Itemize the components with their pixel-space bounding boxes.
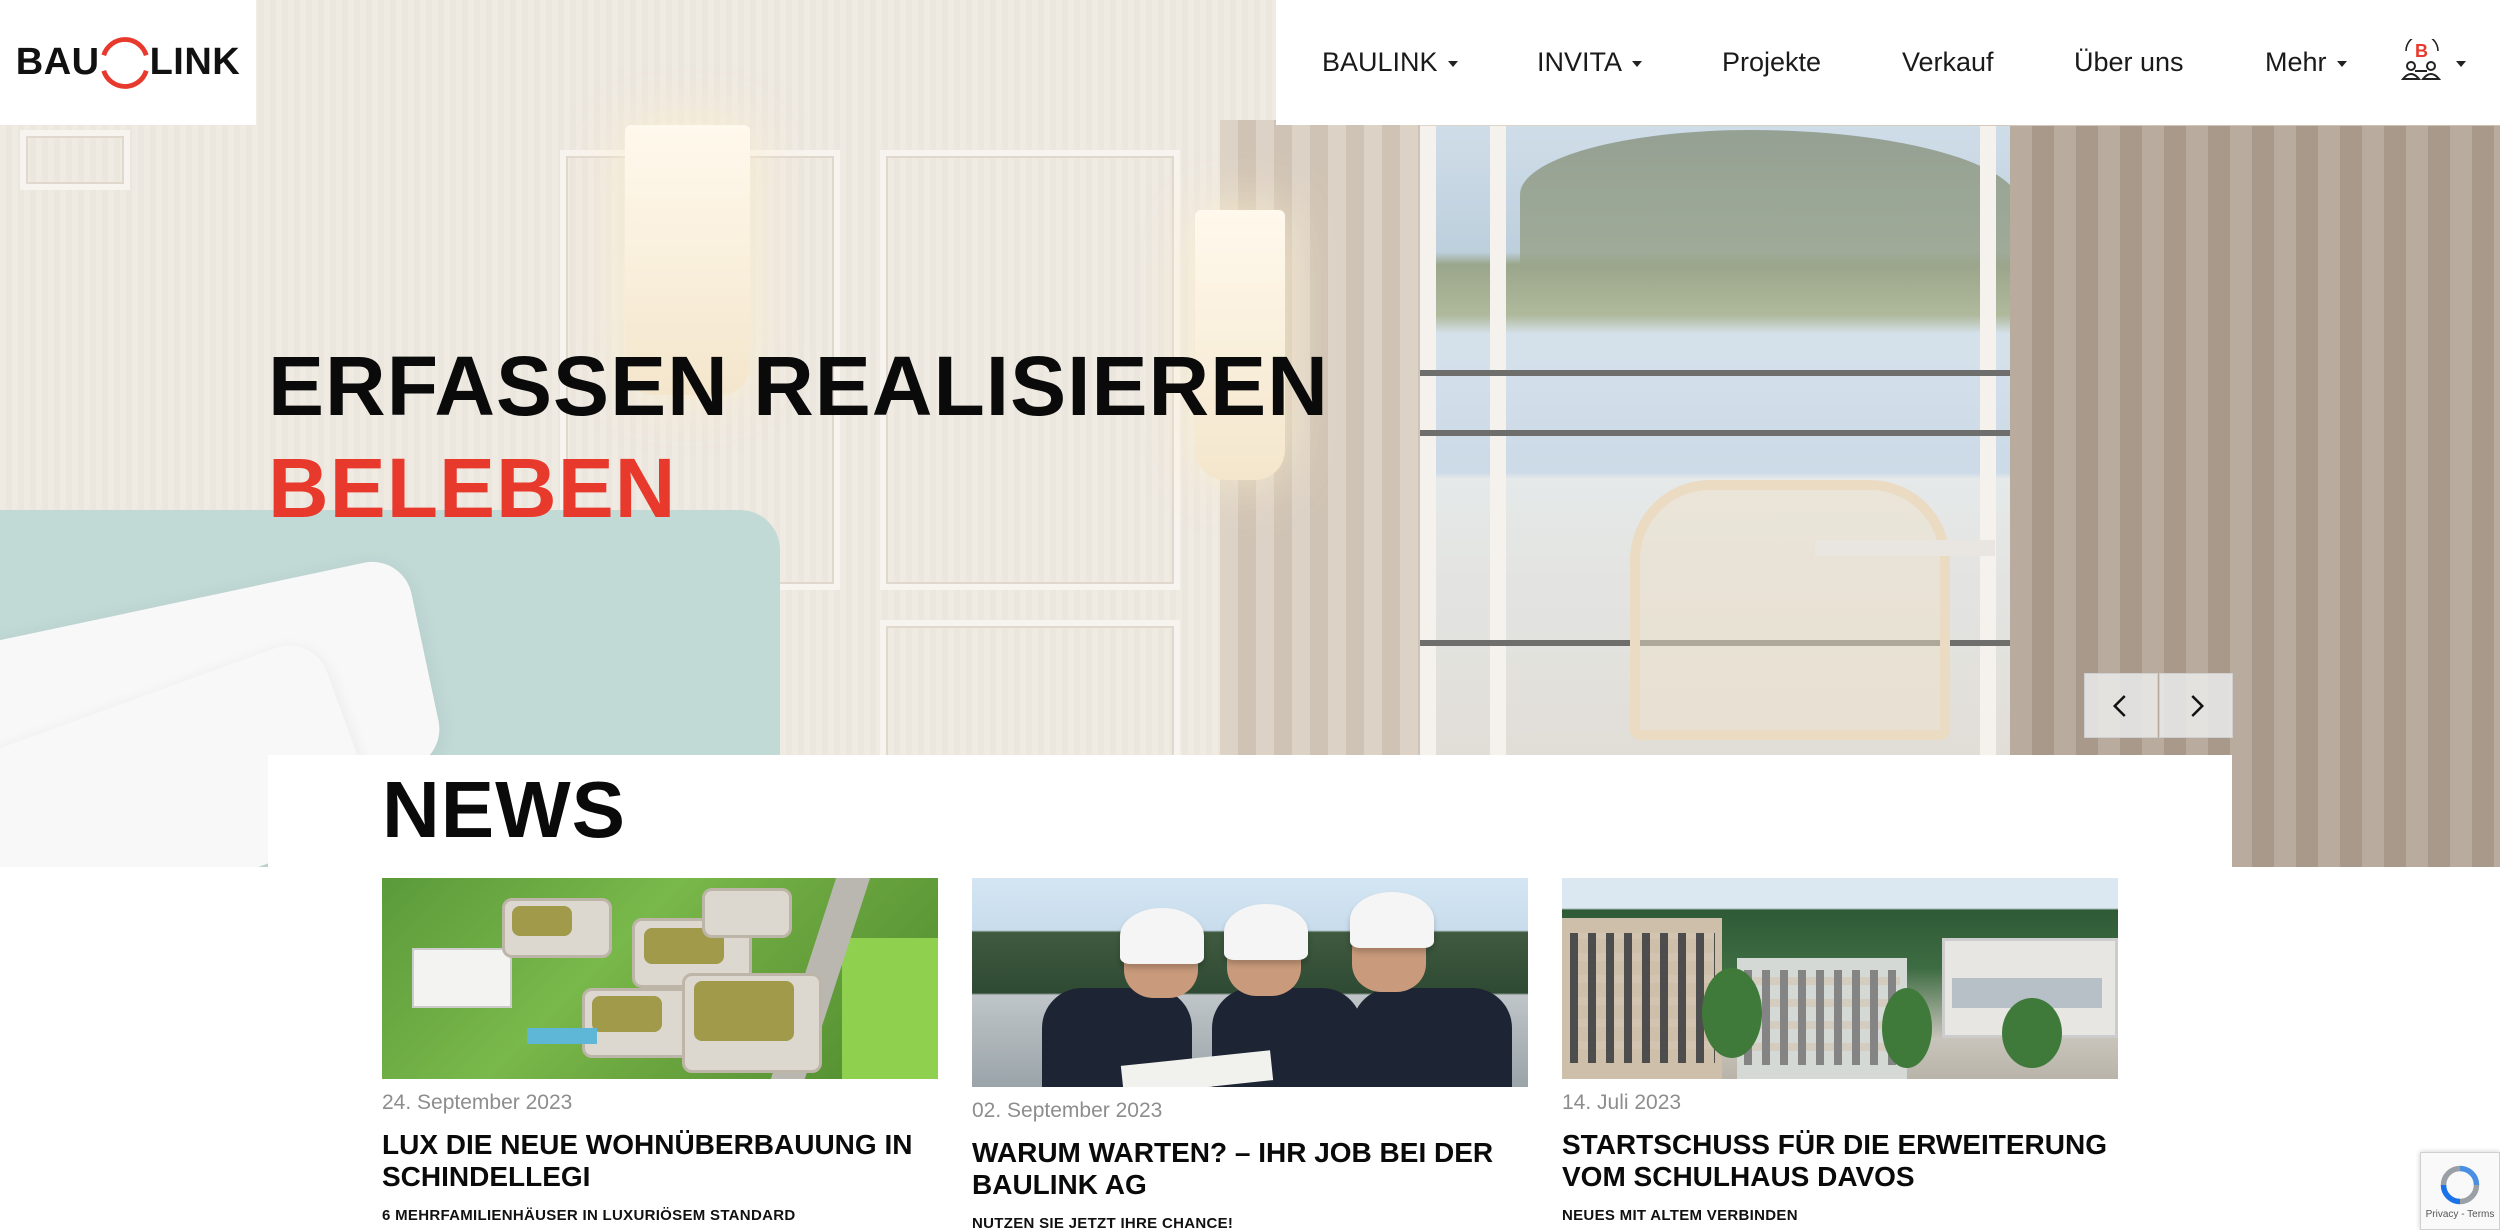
main-navigation: BAULINK INVITA Projekte Verkauf Über uns… (1276, 0, 2500, 125)
nav-item-ueber-uns[interactable]: Über uns (2074, 0, 2184, 125)
caret-down-icon (2456, 60, 2466, 67)
recaptcha-links: Privacy - Terms (2425, 1208, 2495, 1220)
nav-item-label: INVITA (1537, 47, 1623, 77)
logo-ring-icon (101, 36, 149, 89)
caret-down-icon (2336, 60, 2347, 67)
caret-down-icon (1447, 60, 1458, 67)
logo-link[interactable]: BAU LINK (0, 0, 256, 125)
news-card-title[interactable]: STARTSCHUSS FÜR DIE ERWEITERUNG VOM SCHU… (1562, 1129, 2118, 1193)
baulink-logo: BAU LINK (16, 34, 240, 92)
news-card-date: 24. September 2023 (382, 1091, 573, 1114)
hero-headline-accent: BELEBEN (268, 441, 677, 535)
news-card-image[interactable] (972, 878, 1528, 1087)
nav-item-label: Verkauf (1902, 47, 1994, 77)
news-heading: NEWS (382, 765, 626, 854)
user-menu-button[interactable]: B (2398, 0, 2466, 125)
news-card-subtitle: NEUES MIT ALTEM VERBINDEN (1562, 1207, 1798, 1224)
news-card-title[interactable]: WARUM WARTEN? – IHR JOB BEI DER BAULINK … (972, 1137, 1528, 1201)
news-card-date: 14. Juli 2023 (1562, 1091, 1682, 1114)
news-card[interactable]: 14. Juli 2023 STARTSCHUSS FÜR DIE ERWEIT… (1562, 878, 2118, 1224)
slider-prev-button[interactable] (2084, 673, 2158, 738)
svg-text:B: B (2415, 41, 2428, 61)
news-card-date: 02. September 2023 (972, 1099, 1163, 1122)
nav-item-invita[interactable]: INVITA (1537, 0, 1643, 125)
nav-item-label: BAULINK (1322, 47, 1438, 77)
chevron-left-icon (2112, 694, 2126, 717)
nav-item-label: Projekte (1722, 47, 1822, 77)
nav-item-mehr[interactable]: Mehr (2265, 0, 2347, 125)
hero-slider: ERFASSEN REALISIEREN BELEBEN (0, 0, 2500, 867)
news-card[interactable]: 24. September 2023 LUX DIE NEUE WOHNÜBER… (382, 878, 938, 1224)
news-card[interactable]: 02. September 2023 WARUM WARTEN? – IHR J… (972, 878, 1528, 1230)
nav-item-projekte[interactable]: Projekte (1722, 0, 1821, 125)
news-card-image[interactable] (1562, 878, 2118, 1079)
news-card-title[interactable]: LUX DIE NEUE WOHNÜBERBAUUNG IN SCHINDELL… (382, 1129, 938, 1193)
nav-item-label: Über uns (2074, 47, 2184, 77)
logo-text-right: LINK (149, 41, 241, 83)
nav-item-label: Mehr (2265, 47, 2327, 77)
news-card-image[interactable] (382, 878, 938, 1079)
recaptcha-badge[interactable]: Privacy - Terms (2420, 1152, 2500, 1230)
chevron-right-icon (2191, 694, 2205, 717)
nav-item-baulink[interactable]: BAULINK (1322, 0, 1458, 125)
nav-item-verkauf[interactable]: Verkauf (1902, 0, 1994, 125)
news-card-subtitle: 6 MEHRFAMILIENHÄUSER IN LUXURIÖSEM STAND… (382, 1207, 796, 1224)
slider-next-button[interactable] (2159, 673, 2233, 738)
caret-down-icon (1632, 60, 1643, 67)
logo-text-left: BAU (15, 41, 100, 83)
news-card-subtitle: NUTZEN SIE JETZT IHRE CHANCE! (972, 1215, 1234, 1230)
hero-headline: ERFASSEN REALISIEREN (268, 339, 1329, 433)
user-group-icon: B (2400, 38, 2442, 80)
recaptcha-icon (2440, 1165, 2480, 1204)
